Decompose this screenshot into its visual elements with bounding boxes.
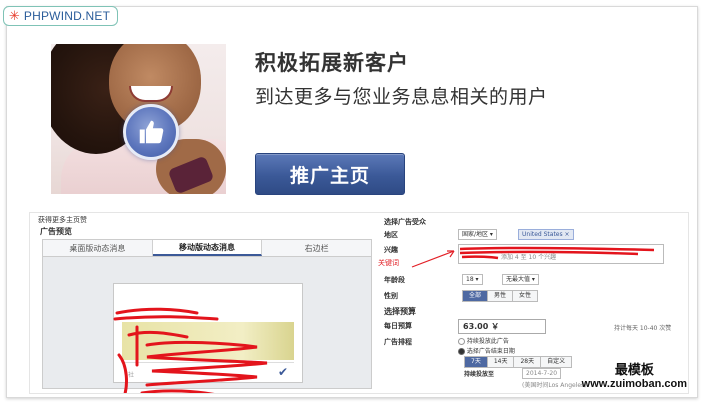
location-type-select[interactable]: 国家/地区 ▾	[458, 229, 497, 240]
watermark-text: PHPWIND.NET	[23, 9, 111, 23]
tab-right-column[interactable]: 右边栏	[262, 240, 371, 256]
ad-preview-title: 广告预览	[40, 227, 72, 236]
daily-budget-input[interactable]: 63.00 ￥	[458, 319, 546, 334]
preview-tabs: 桌面版动态消息 移动版动态消息 右边栏	[42, 239, 372, 257]
timezone-note: (美国时间Los Angeles)	[522, 382, 587, 389]
promote-page-button[interactable]: 推广主页	[255, 153, 405, 195]
gender-female[interactable]: 女性	[513, 291, 538, 301]
gender-toggle: 全部 男性 女性	[462, 290, 539, 302]
annotation-arrow-icon	[411, 250, 455, 268]
thumbs-up-icon	[123, 104, 179, 160]
interest-redaction-scribble	[459, 246, 655, 260]
schedule-option-end-date: 选择广告结束日期	[466, 348, 515, 355]
end-date-input[interactable]: 2014-7-20	[522, 368, 562, 379]
daily-budget-label: 每日预算	[384, 322, 412, 330]
phpwind-watermark: ✳ PHPWIND.NET	[3, 6, 119, 26]
zuimoban-watermark: 最模板 www.zuimoban.com	[582, 363, 687, 391]
duration-toggle: 7天 14天 28天 自定义	[464, 356, 573, 368]
tab-mobile-feed[interactable]: 移动版动态消息	[152, 240, 263, 256]
content-frame: 积极拓展新客户 到达更多与您业务息息相关的用户 推广主页 获得更多主页赞 广告预…	[6, 6, 698, 398]
gender-male[interactable]: 男性	[488, 291, 514, 301]
duration-custom[interactable]: 自定义	[541, 357, 572, 367]
schedule-option-continuous: 持续投放此广告	[466, 338, 509, 345]
red-redaction-scribble	[113, 307, 268, 393]
hero-subtitle: 到达更多与您业务息息相关的用户	[255, 86, 548, 108]
tab-desktop-feed[interactable]: 桌面版动态消息	[43, 240, 153, 256]
radio-end-date[interactable]	[458, 348, 465, 355]
interest-label: 兴趣	[384, 246, 398, 254]
location-label: 地区	[384, 231, 398, 239]
budget-section-title: 选择预算	[384, 307, 416, 316]
watermark-url: www.zuimoban.com	[581, 378, 687, 390]
asterisk-star-icon: ✳	[9, 8, 20, 24]
gender-label: 性别	[384, 292, 398, 300]
location-chip[interactable]: United States ×	[518, 229, 574, 240]
gender-all[interactable]: 全部	[463, 291, 489, 301]
hero-photo	[51, 44, 226, 194]
watermark-brand: 最模板	[614, 363, 654, 378]
radio-run-continuously[interactable]	[458, 338, 465, 345]
age-to-select[interactable]: 无最大值 ▾	[502, 274, 539, 285]
age-label: 年龄段	[384, 276, 405, 284]
duration-7-days[interactable]: 7天	[465, 357, 488, 367]
hero-title: 积极拓展新客户	[255, 51, 409, 75]
budget-estimate: 持计每天 10-40 次赞	[614, 325, 672, 332]
duration-28-days[interactable]: 28天	[514, 357, 542, 367]
audience-section-title: 选择广告受众	[384, 218, 426, 226]
end-date-label: 持续投放至	[464, 371, 495, 378]
keyword-annotation: 关键词	[378, 259, 399, 267]
preview-area: 社 ✔	[42, 256, 372, 393]
age-from-select[interactable]: 18 ▾	[462, 274, 483, 285]
ad-preview-panel: 广告预览 桌面版动态消息 移动版动态消息 右边栏 社 ✔	[38, 223, 372, 393]
duration-14-days[interactable]: 14天	[487, 357, 515, 367]
schedule-label: 广告排程	[384, 338, 412, 346]
